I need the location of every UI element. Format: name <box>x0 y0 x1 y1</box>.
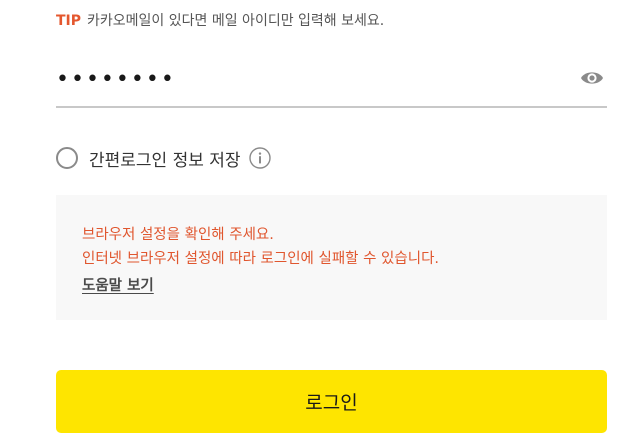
tip-text: 카카오메일이 있다면 메일 아이디만 입력해 보세요. <box>87 13 385 29</box>
save-login-label: 간편로그인 정보 저장 <box>89 150 241 171</box>
password-input[interactable] <box>56 62 556 96</box>
browser-notice: 브라우저 설정을 확인해 주세요. 인터넷 브라우저 설정에 따라 로그인에 실… <box>56 195 607 320</box>
info-icon[interactable] <box>248 147 271 169</box>
password-field-row <box>56 54 607 108</box>
tip-message: TIP 카카오메일이 있다면 메일 아이디만 입력해 보세요. <box>56 10 384 30</box>
save-login-toggle[interactable]: 간편로그인 정보 저장 <box>56 143 271 173</box>
tip-label: TIP <box>56 13 82 29</box>
login-button[interactable]: 로그인 <box>56 370 607 433</box>
eye-icon[interactable] <box>579 66 605 90</box>
notice-line-1: 브라우저 설정을 확인해 주세요. <box>82 227 274 243</box>
notice-line-2: 인터넷 브라우저 설정에 따라 로그인에 실패할 수 있습니다. <box>82 251 440 267</box>
help-link[interactable]: 도움말 보기 <box>82 274 154 295</box>
save-login-radio[interactable] <box>56 147 78 169</box>
